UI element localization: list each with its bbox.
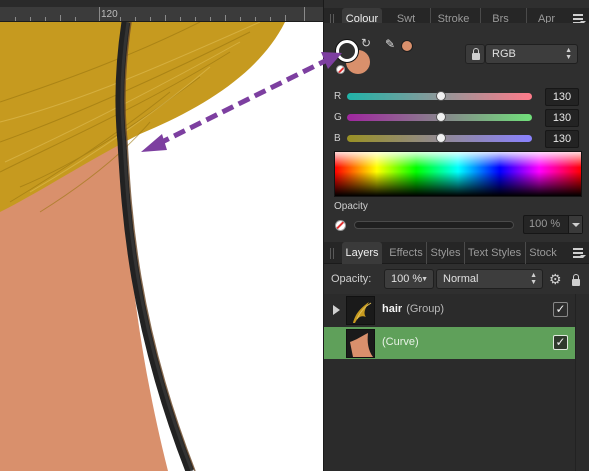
slider-label-0: R — [334, 91, 342, 102]
slider-value-field-1[interactable]: 130 — [545, 109, 579, 127]
color-model-dropdown[interactable]: RGB ▲ ▼ — [485, 44, 578, 64]
studio-panel: Colour Swt Stroke Brs Apr ↻ ✎ RGB ▲ ▼ R 13… — [323, 0, 589, 471]
ruler-tick — [75, 17, 76, 21]
lock-icon[interactable] — [572, 274, 580, 286]
ruler-label: 120 — [101, 9, 118, 20]
layer-visibility-checkbox[interactable]: ✓ — [553, 335, 568, 350]
blend-mode-value: Normal — [443, 273, 479, 285]
ruler-tick — [270, 17, 271, 21]
layer-name: hair (Group) — [382, 303, 444, 315]
ruler-tick — [285, 15, 286, 21]
layer-thumbnail — [346, 296, 375, 325]
swap-colors-icon[interactable]: ↻ — [361, 36, 371, 50]
opacity-field[interactable]: 100 % — [523, 215, 583, 234]
layer-type: (Curve) — [382, 336, 419, 348]
colour-panel: ↻ ✎ RGB ▲ ▼ R 130 G 130 B 130 Opacity 100 % — [324, 23, 589, 240]
ruler-tick — [255, 17, 256, 21]
layer-opacity-label: Opacity: — [331, 273, 372, 285]
layer-visibility-checkbox[interactable]: ✓ — [553, 302, 568, 317]
layers-list: hair (Group) ✓ (Curve) ✓ — [324, 294, 589, 471]
ruler-tick — [150, 17, 151, 21]
opacity-value: 100 % — [529, 218, 561, 230]
curve-thumbnail-icon — [347, 330, 374, 357]
tab-styles[interactable]: Styles — [426, 242, 464, 264]
slider-label-1: G — [334, 112, 342, 123]
ruler-tick — [195, 17, 196, 21]
color-picker-icon[interactable]: ✎ — [385, 37, 395, 51]
color-model-value: RGB — [492, 48, 516, 60]
hair-thumbnail-icon — [347, 297, 374, 324]
hair-shape[interactable] — [0, 22, 285, 212]
layer-name: (Curve) — [378, 336, 419, 348]
dropdown-arrows-icon: ▲ ▼ — [530, 272, 537, 286]
slider-value-field-0[interactable]: 130 — [545, 88, 579, 106]
ruler-tick — [30, 17, 31, 21]
tab-effects[interactable]: Effects — [386, 242, 426, 264]
layers-scrollbar[interactable] — [575, 294, 589, 471]
ruler-tick — [120, 17, 121, 21]
layer-row[interactable]: hair (Group) ✓ — [324, 294, 575, 326]
chevron-down-icon[interactable] — [568, 216, 582, 233]
layer-row-selected[interactable]: (Curve) ✓ — [324, 327, 575, 359]
color-spectrum[interactable] — [334, 151, 582, 197]
picked-color-swatch[interactable] — [401, 40, 413, 52]
tab-stock[interactable]: Stock — [525, 242, 560, 264]
ruler-top-strip — [0, 0, 323, 7]
ruler-tick — [210, 17, 211, 21]
panel-menu-icon[interactable] — [573, 248, 586, 258]
ruler-tick — [240, 17, 241, 21]
opacity-slider[interactable] — [354, 221, 514, 229]
panel-grip-icon[interactable] — [330, 248, 336, 259]
no-color-icon[interactable] — [336, 65, 345, 74]
lock-icon[interactable] — [465, 44, 485, 64]
ruler-tick — [99, 7, 100, 21]
artwork[interactable] — [0, 22, 323, 471]
ruler-tick — [304, 7, 305, 21]
layer-opacity-value: 100 % — [391, 273, 423, 285]
layers-toolbar: Opacity: 100 % ▼ Normal ▲ ▼ ⚙ — [324, 264, 589, 294]
chevron-down-icon: ▼ — [421, 276, 428, 283]
dropdown-arrows-icon: ▲ ▼ — [565, 47, 572, 61]
slider-value-field-2[interactable]: 130 — [545, 130, 579, 148]
ruler-tick — [165, 15, 166, 21]
layers-tab-bar: Layers Effects Styles Text Styles Stock — [324, 242, 589, 264]
horizontal-ruler: 120 — [0, 0, 323, 22]
layer-thumbnail — [346, 329, 375, 358]
tab-text-styles[interactable]: Text Styles — [464, 242, 524, 264]
document-canvas[interactable]: 120 — [0, 0, 323, 471]
ruler-tick — [45, 17, 46, 21]
blend-mode-dropdown[interactable]: Normal ▲ ▼ — [436, 269, 543, 289]
ruler-tick — [15, 17, 16, 21]
layer-title: hair — [382, 303, 403, 315]
layer-type: (Group) — [406, 303, 445, 315]
ruler-tick — [225, 15, 226, 21]
layer-opacity-dropdown[interactable]: 100 % ▼ — [384, 269, 434, 289]
tab-layers[interactable]: Layers — [342, 242, 382, 264]
stroke-color-well[interactable] — [336, 40, 358, 62]
slider-label-2: B — [334, 133, 341, 144]
ruler-tick — [180, 17, 181, 21]
opacity-label: Opacity — [334, 201, 368, 212]
no-color-icon[interactable] — [335, 220, 346, 231]
ruler-tick — [135, 17, 136, 21]
ruler-tick — [60, 15, 61, 21]
gear-icon[interactable]: ⚙ — [549, 272, 562, 286]
expand-arrow-icon[interactable] — [333, 305, 340, 315]
